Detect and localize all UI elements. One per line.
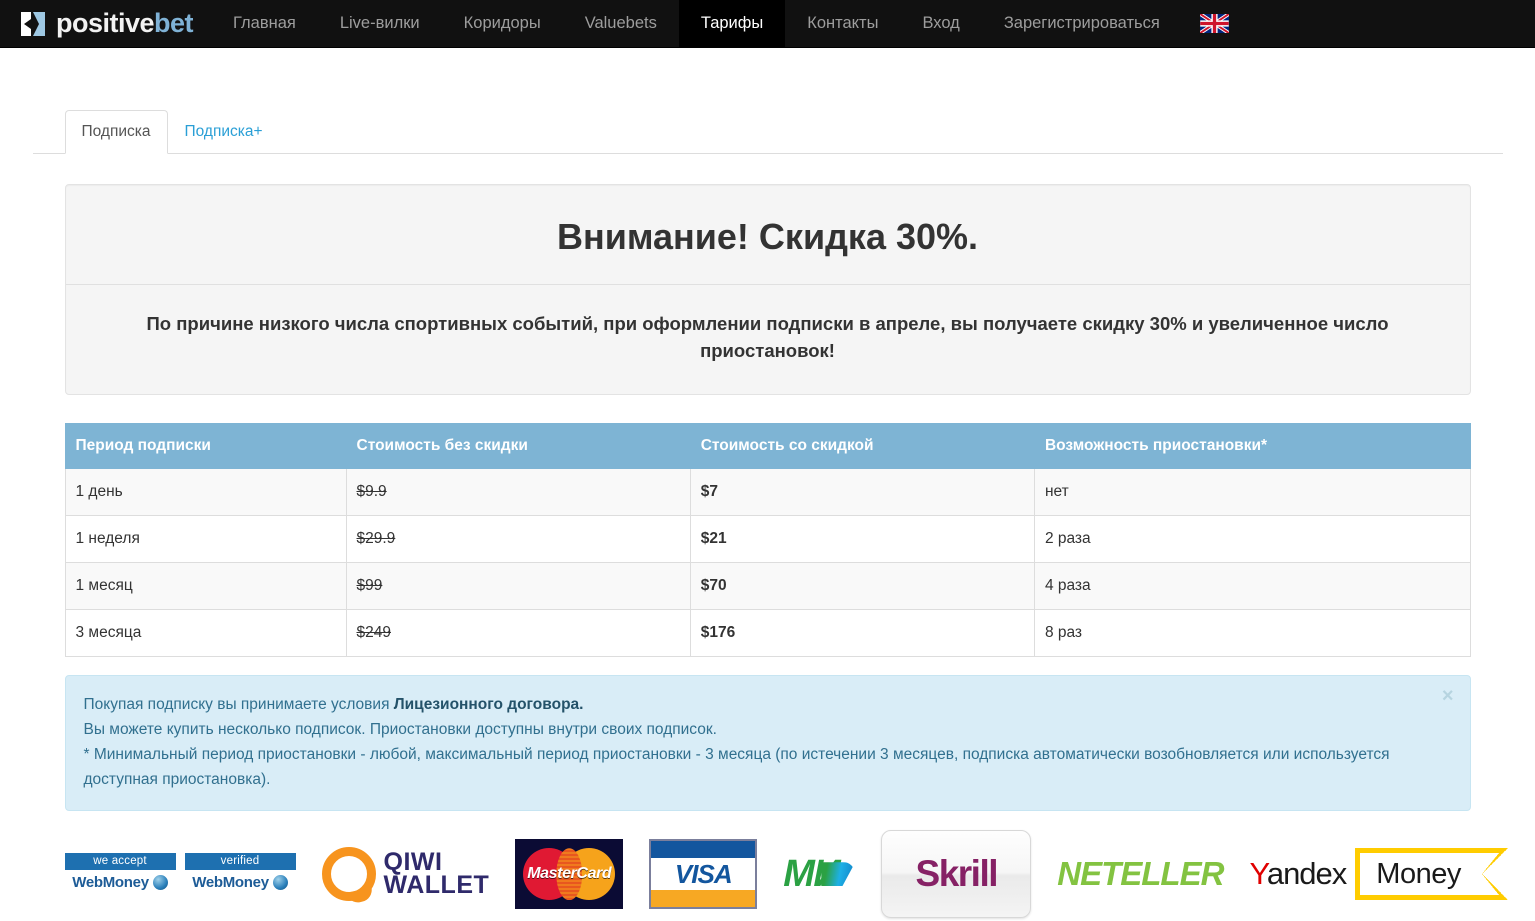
subscription-tabs: Подписка Подписка+ <box>32 110 1503 154</box>
column-header-full-price: Стоимость без скидки <box>345 422 691 469</box>
cell-period: 1 месяц <box>64 561 347 610</box>
promo-panel: Внимание! Скидка 30%. По причине низкого… <box>64 183 1471 395</box>
table-header-row: Период подписки Стоимость без скидки Сто… <box>64 422 1471 469</box>
terms-alert: × Покупая подписку вы принимаете условия… <box>64 674 1471 812</box>
qiwi-q-icon <box>321 847 376 902</box>
webmoney-we-accept-badge: we accept WebMoney <box>64 852 176 896</box>
language-switcher-link[interactable] <box>1182 0 1247 47</box>
mastercard-logo-icon: MasterCard <box>515 839 624 910</box>
qiwi-line-2: WALLET <box>383 871 490 900</box>
yandex-red-y: Y <box>1249 856 1267 892</box>
column-header-discount-price: Стоимость со скидкой <box>689 422 1035 469</box>
cell-discount-price: $176 <box>700 623 736 641</box>
yandex-money-label: Money <box>1355 848 1483 901</box>
promo-title: Внимание! Скидка 30%. <box>556 215 979 257</box>
cell-full-price: $29.9 <box>356 529 396 547</box>
payment-visa: VISA <box>649 839 758 910</box>
visa-gold-bar <box>651 890 756 908</box>
pricing-table-body: 1 день $9.9 $7 нет 1 неделя $29.9 $21 2 … <box>64 467 1471 657</box>
payment-skrill: Skrill <box>881 830 1032 919</box>
cell-pause: 2 раза <box>1033 514 1471 563</box>
webmoney-we-accept-label: we accept <box>64 852 176 870</box>
tab-podpiska[interactable]: Подписка <box>64 110 168 154</box>
payment-yandex-money: Yandex Money <box>1249 848 1508 901</box>
table-row: 3 месяца $249 $176 8 раз <box>64 608 1471 657</box>
cell-discount-price: $70 <box>700 576 727 594</box>
visa-wordmark: VISA <box>674 858 733 889</box>
cell-period: 1 день <box>64 467 347 516</box>
brand-word-positive: positive <box>56 8 155 38</box>
column-header-pause: Возможность приостановки* <box>1033 422 1471 469</box>
nav-item-koridory[interactable]: Коридоры <box>442 0 563 47</box>
webmoney-verified-wordmark: WebMoney <box>192 873 269 891</box>
cell-discount-price: $7 <box>700 482 718 500</box>
webmoney-globe-icon <box>152 874 168 890</box>
yandex-wordmark: Yandex <box>1249 856 1347 892</box>
tab-podpiska-plus[interactable]: Подписка+ <box>168 110 280 154</box>
pricing-table-head: Период подписки Стоимость без скидки Сто… <box>64 422 1471 469</box>
cell-full-price: $99 <box>356 576 383 594</box>
promo-description: По причине низкого числа спортивных собы… <box>146 313 1389 361</box>
nav-item-vhod[interactable]: Вход <box>900 0 981 47</box>
yandex-rest: andex <box>1266 856 1347 892</box>
license-agreement-link[interactable]: Лицезионного договора. <box>394 696 584 713</box>
main-nav: Главная Live-вилки Коридоры Valuebets Та… <box>211 0 1182 47</box>
cell-pause: нет <box>1033 467 1471 516</box>
cell-period: 3 месяца <box>64 608 347 657</box>
table-row: 1 месяц $99 $70 4 раза <box>64 561 1471 610</box>
mastercard-wordmark: MasterCard <box>527 865 612 883</box>
nav-item-tarify[interactable]: Тарифы <box>678 0 786 47</box>
payment-mir: МИ <box>783 853 856 896</box>
top-navbar: positivebet Главная Live-вилки Коридоры … <box>0 0 1535 48</box>
cell-pause: 4 раза <box>1033 561 1471 610</box>
brand-wordmark: positivebet <box>56 8 194 38</box>
nav-item-glavnaya[interactable]: Главная <box>211 0 318 47</box>
cell-period: 1 неделя <box>64 514 347 563</box>
promo-panel-heading: Внимание! Скидка 30%. <box>65 185 1470 286</box>
payment-neteller: NETELLER <box>1057 855 1224 893</box>
cell-pause: 8 раз <box>1033 608 1471 657</box>
webmoney-verified-badge: verified WebMoney <box>184 852 296 896</box>
neteller-wordmark: NETELLER <box>1057 855 1224 893</box>
brand-word-bet: bet <box>154 8 194 38</box>
uk-flag-icon <box>1199 14 1229 33</box>
mir-swoosh-icon <box>821 862 856 887</box>
pricing-table-wrapper: Период подписки Стоимость без скидки Сто… <box>64 422 1471 657</box>
alert-line-pause-footnote: * Минимальный период приостановки - любо… <box>83 746 1390 789</box>
nav-item-zaregistrirovatsya[interactable]: Зарегистрироваться <box>982 0 1182 47</box>
column-header-period: Период подписки <box>64 422 347 469</box>
webmoney-globe-icon <box>272 874 288 890</box>
pricing-table: Период подписки Стоимость без скидки Сто… <box>64 422 1471 657</box>
cell-full-price: $9.9 <box>356 482 387 500</box>
webmoney-accept-wordmark: WebMoney <box>72 873 149 891</box>
payment-methods: we accept WebMoney verified WebMoney QIW… <box>64 830 1508 919</box>
skrill-logo-icon: Skrill <box>881 830 1032 919</box>
payment-webmoney: we accept WebMoney verified WebMoney <box>64 852 296 896</box>
yandex-money-badge: Money <box>1355 848 1508 901</box>
yandex-money-arrow-icon <box>1481 848 1508 901</box>
nav-item-kontakty[interactable]: Контакты <box>785 0 900 47</box>
promo-panel-body: По причине низкого числа спортивных собы… <box>66 285 1470 394</box>
skrill-wordmark: Skrill <box>915 853 999 895</box>
positivebet-k-mark-icon <box>20 10 46 37</box>
cell-full-price: $249 <box>356 623 391 641</box>
webmoney-verified-label: verified <box>184 852 296 870</box>
page-container: Подписка Подписка+ Внимание! Скидка 30%.… <box>32 110 1508 919</box>
payment-qiwi-wallet: QIWI WALLET <box>321 847 490 902</box>
visa-logo-icon: VISA <box>649 839 758 910</box>
table-row: 1 день $9.9 $7 нет <box>64 467 1471 516</box>
payment-mastercard: MasterCard <box>515 839 624 910</box>
nav-item-valuebets[interactable]: Valuebets <box>563 0 679 47</box>
alert-line-multiple-subs: Вы можете купить несколько подписок. При… <box>83 720 717 738</box>
visa-blue-bar <box>651 841 756 859</box>
alert-line-license: Покупая подписку вы принимаете условия Л… <box>84 692 1430 717</box>
table-row: 1 неделя $29.9 $21 2 раза <box>64 514 1471 563</box>
qiwi-wordmark: QIWI WALLET <box>383 849 490 900</box>
close-icon[interactable]: × <box>1438 684 1458 708</box>
cell-discount-price: $21 <box>700 529 727 547</box>
alert-license-prefix: Покупая подписку вы принимаете условия <box>83 695 394 713</box>
nav-item-live-vilki[interactable]: Live-вилки <box>318 0 442 47</box>
brand-logo-link[interactable]: positivebet <box>0 0 211 47</box>
